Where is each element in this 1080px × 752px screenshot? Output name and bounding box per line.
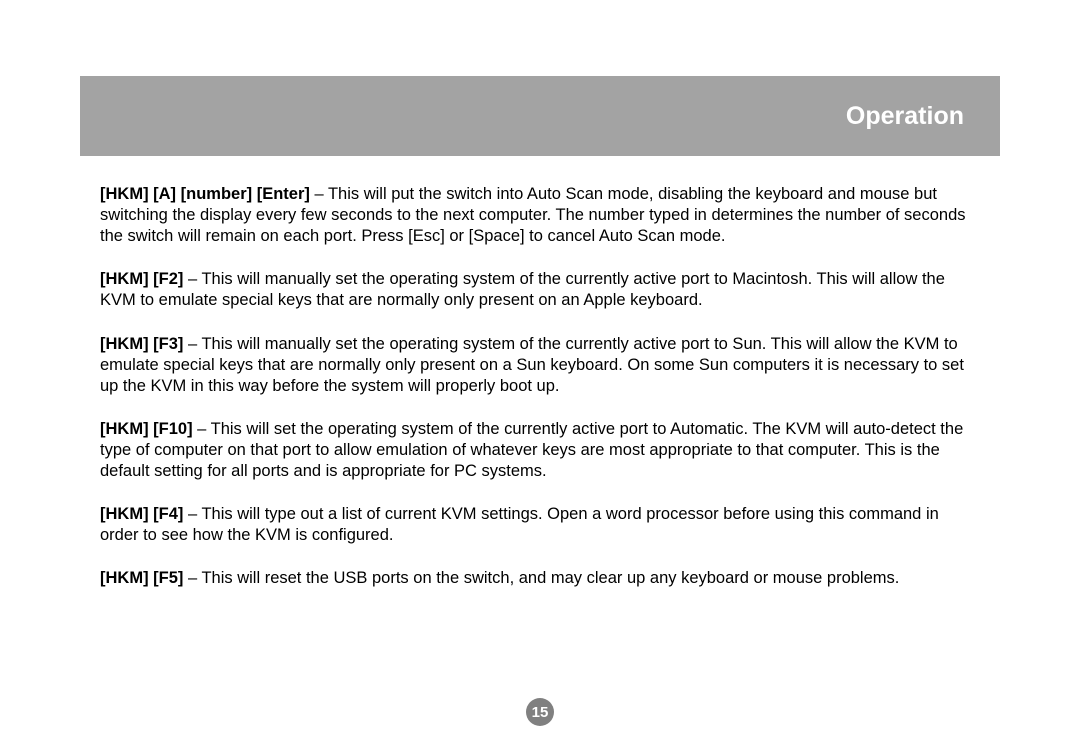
paragraph-prefix: [HKM] [F2]	[100, 270, 183, 288]
paragraph-hkm-f5: [HKM] [F5] – This will reset the USB por…	[100, 568, 980, 589]
paragraph-prefix: [HKM] [F10]	[100, 420, 193, 438]
header-banner: Operation	[80, 76, 1000, 156]
page-number: 15	[532, 704, 549, 721]
paragraph-hkm-a: [HKM] [A] [number] [Enter] – This will p…	[100, 184, 980, 247]
page-container: Operation [HKM] [A] [number] [Enter] – T…	[80, 76, 1000, 612]
paragraph-hkm-f3: [HKM] [F3] – This will manually set the …	[100, 334, 980, 397]
paragraph-body: – This will reset the USB ports on the s…	[183, 569, 899, 587]
page-number-badge: 15	[526, 698, 554, 726]
paragraph-body: – This will set the operating system of …	[100, 420, 963, 480]
content-area: [HKM] [A] [number] [Enter] – This will p…	[80, 156, 1000, 590]
header-title: Operation	[846, 102, 964, 131]
paragraph-hkm-f2: [HKM] [F2] – This will manually set the …	[100, 269, 980, 311]
paragraph-prefix: [HKM] [F3]	[100, 335, 183, 353]
paragraph-prefix: [HKM] [A] [number] [Enter]	[100, 185, 310, 203]
paragraph-body: – This will manually set the operating s…	[100, 270, 945, 309]
paragraph-body: – This will manually set the operating s…	[100, 335, 964, 395]
paragraph-body: – This will type out a list of current K…	[100, 505, 939, 544]
paragraph-hkm-f4: [HKM] [F4] – This will type out a list o…	[100, 504, 980, 546]
paragraph-prefix: [HKM] [F4]	[100, 505, 183, 523]
paragraph-prefix: [HKM] [F5]	[100, 569, 183, 587]
paragraph-hkm-f10: [HKM] [F10] – This will set the operatin…	[100, 419, 980, 482]
